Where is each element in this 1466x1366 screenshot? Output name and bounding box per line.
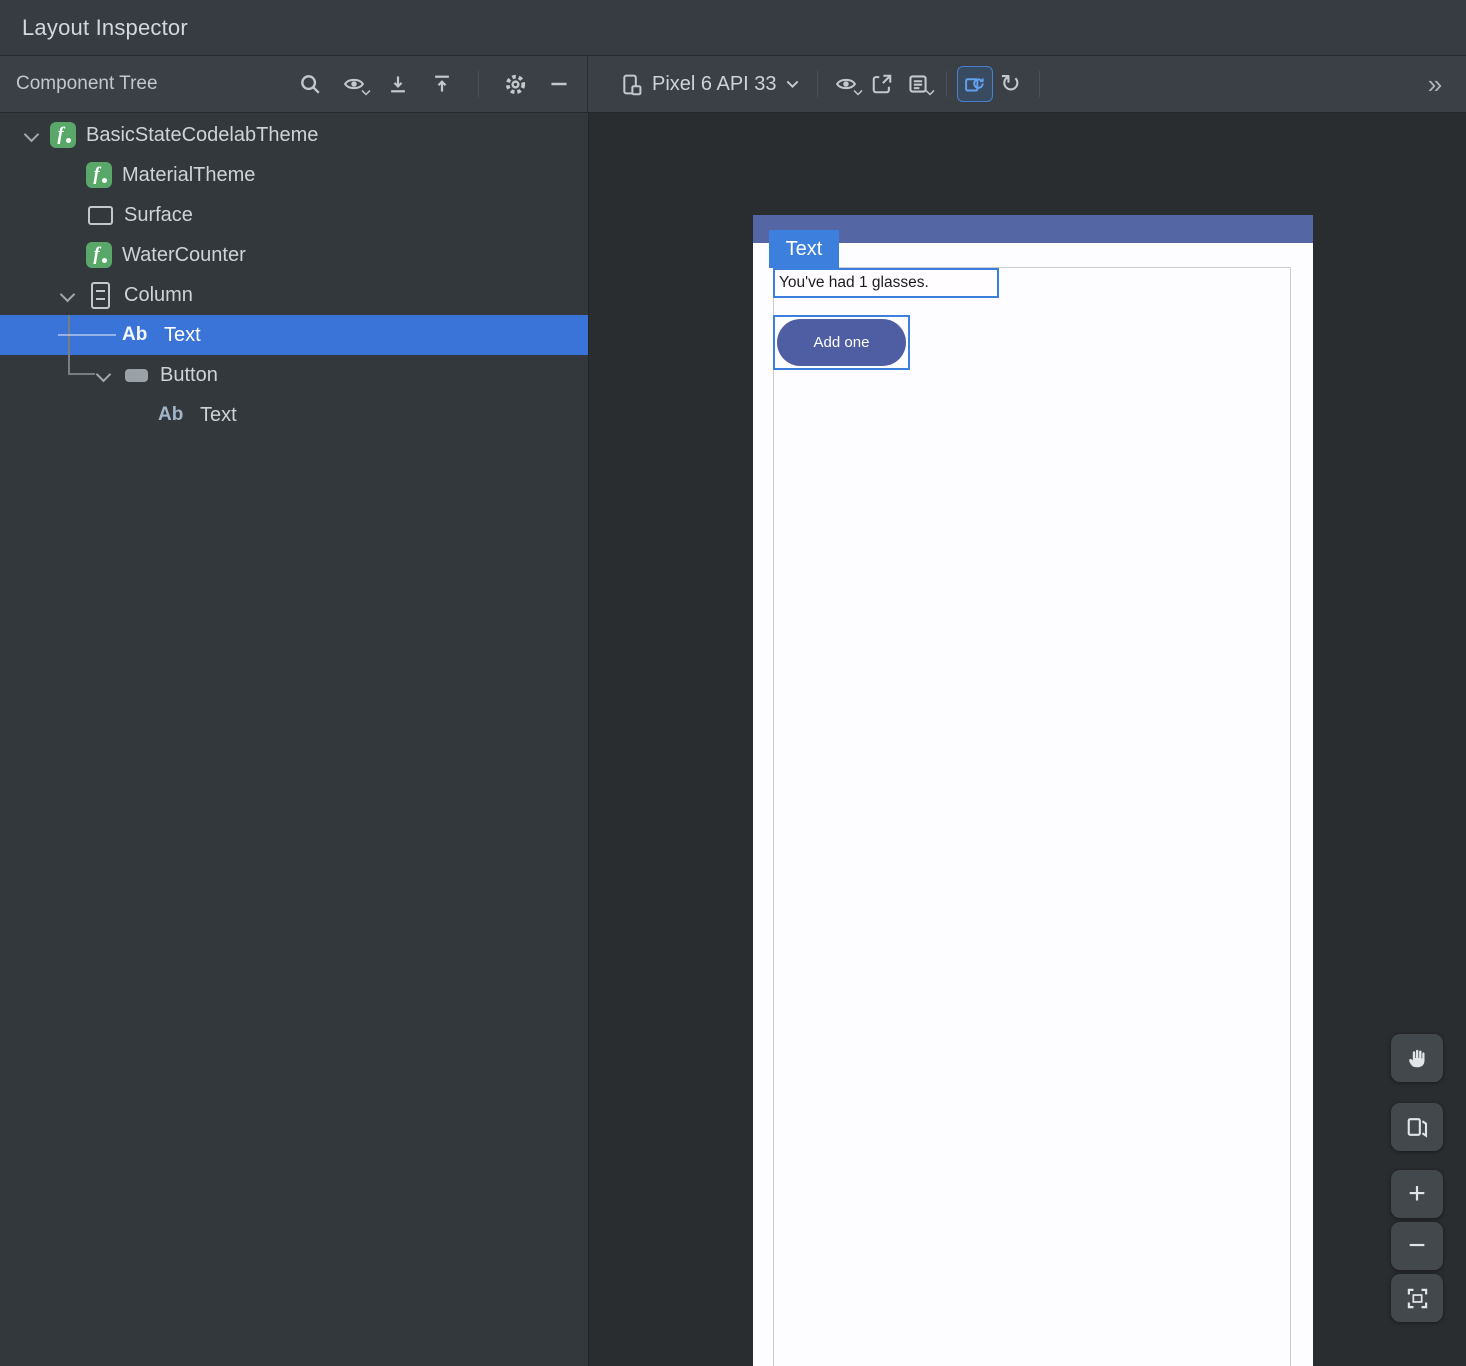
hand-icon xyxy=(1405,1046,1429,1070)
tree-node-label: WaterCounter xyxy=(122,244,246,267)
tree-node-text[interactable]: Ab Text xyxy=(0,315,588,355)
device-selector-label: Pixel 6 API 33 xyxy=(652,73,777,96)
chevron-down-icon[interactable] xyxy=(14,115,50,155)
selection-tag: Text xyxy=(769,230,839,268)
refresh-icon: ↻ xyxy=(1000,72,1021,97)
window-titlebar: Layout Inspector xyxy=(0,0,1466,56)
tree-node-label: Text xyxy=(164,324,201,347)
collapse-all-button[interactable] xyxy=(424,66,460,102)
chevron-down-icon xyxy=(853,84,863,99)
export-snapshot-button[interactable] xyxy=(900,66,936,102)
composable-icon: f xyxy=(50,122,76,148)
chevron-spacer xyxy=(122,395,158,435)
layout-inspector-window: Layout Inspector Component Tree xyxy=(0,0,1466,1366)
gear-icon xyxy=(504,73,527,96)
live-updates-toggle[interactable] xyxy=(957,66,993,102)
fit-screen-icon xyxy=(1406,1287,1429,1310)
plus-icon: + xyxy=(1408,1177,1426,1211)
device-button-selection: Add one xyxy=(773,315,910,370)
chevron-down-icon xyxy=(361,84,371,99)
component-tree: f BasicStateCodelabTheme f MaterialTheme Sur… xyxy=(0,113,588,1366)
tree-node-label: MaterialTheme xyxy=(122,164,255,187)
tree-node-watercounter[interactable]: f WaterCounter xyxy=(0,235,588,275)
tree-node-label: Button xyxy=(160,364,218,387)
layers-3d-icon xyxy=(1405,1115,1429,1139)
chevron-down-icon xyxy=(925,84,935,99)
minus-icon: − xyxy=(1408,1229,1426,1263)
zoom-in-button[interactable]: + xyxy=(1391,1170,1443,1218)
chevron-spacer xyxy=(50,195,86,235)
toolbar-separator xyxy=(817,71,818,97)
chevron-spacer xyxy=(50,155,86,195)
collapse-all-icon xyxy=(431,73,453,95)
tree-node-basicstatecodelabtheme[interactable]: f BasicStateCodelabTheme xyxy=(0,115,588,155)
overflow-icon: » xyxy=(1428,69,1442,100)
settings-button[interactable] xyxy=(497,66,533,102)
zoom-out-button[interactable]: − xyxy=(1391,1222,1443,1270)
view-options-button[interactable] xyxy=(336,66,372,102)
highlight-options-button[interactable] xyxy=(828,66,864,102)
search-button[interactable] xyxy=(292,66,328,102)
tree-node-label: Text xyxy=(200,404,237,427)
composable-icon: f xyxy=(86,162,112,188)
component-tree-toolbar: Component Tree xyxy=(0,56,588,112)
pan-mode-button[interactable] xyxy=(1391,1034,1443,1082)
component-tree-label: Component Tree xyxy=(16,73,158,95)
expand-all-icon xyxy=(387,73,409,95)
device-selector[interactable]: Pixel 6 API 33 xyxy=(612,69,807,100)
more-actions-button[interactable]: » xyxy=(1420,66,1456,102)
column-icon xyxy=(86,281,114,309)
export-screenshot-icon xyxy=(871,73,893,95)
button-icon xyxy=(122,361,150,389)
tree-toolbar-icons xyxy=(292,66,577,102)
toolbar-separator xyxy=(1039,71,1040,97)
search-icon xyxy=(299,73,321,95)
surface-icon xyxy=(86,201,114,229)
tree-node-label: Surface xyxy=(124,204,193,227)
toolbar-separator xyxy=(946,71,947,97)
text-icon: Ab xyxy=(122,321,154,349)
tree-node-button[interactable]: Button xyxy=(0,355,588,395)
refresh-button[interactable]: ↻ xyxy=(993,66,1029,102)
3d-mode-button[interactable] xyxy=(1391,1103,1443,1151)
chevron-spacer xyxy=(50,235,86,275)
device-phone-icon xyxy=(620,73,643,96)
expand-all-button[interactable] xyxy=(380,66,416,102)
chevron-spacer xyxy=(86,315,122,355)
tree-node-label: BasicStateCodelabTheme xyxy=(86,124,318,147)
chevron-down-icon xyxy=(786,80,799,88)
add-one-button[interactable]: Add one xyxy=(777,319,906,366)
export-screenshot-button[interactable] xyxy=(864,66,900,102)
chevron-down-icon[interactable] xyxy=(86,355,122,395)
window-title: Layout Inspector xyxy=(22,15,188,41)
chevron-down-icon[interactable] xyxy=(50,275,86,315)
main-toolbar: Component Tree xyxy=(0,56,1466,113)
tree-node-surface[interactable]: Surface xyxy=(0,195,588,235)
minus-icon xyxy=(548,73,570,95)
tree-node-column[interactable]: Column xyxy=(0,275,588,315)
zoom-fit-button[interactable] xyxy=(1391,1274,1443,1322)
composable-icon: f xyxy=(86,242,112,268)
tree-node-materialtheme[interactable]: f MaterialTheme xyxy=(0,155,588,195)
text-icon: Ab xyxy=(158,401,190,429)
device-screen[interactable]: Text You've had 1 glasses. Add one xyxy=(753,215,1313,1366)
toolbar-separator xyxy=(478,71,479,97)
tree-node-label: Column xyxy=(124,284,193,307)
device-text[interactable]: You've had 1 glasses. xyxy=(773,268,999,298)
live-updates-icon xyxy=(964,74,985,95)
hide-panel-button[interactable] xyxy=(541,66,577,102)
device-toolbar: Pixel 6 API 33 xyxy=(588,56,1466,112)
column-bounds-outline xyxy=(773,267,1291,1366)
tree-node-text[interactable]: Ab Text xyxy=(0,395,588,435)
device-canvas: Text You've had 1 glasses. Add one + − xyxy=(588,113,1466,1366)
